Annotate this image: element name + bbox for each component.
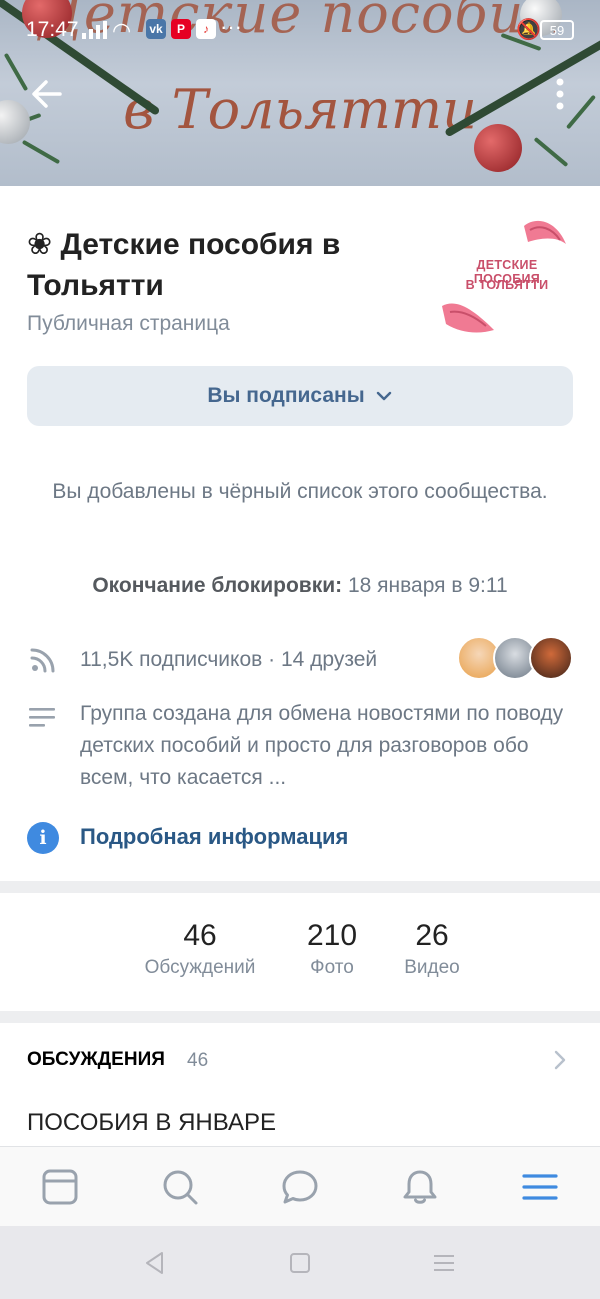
more-info-link[interactable]: i Подробная информация	[27, 822, 387, 858]
system-menu-icon[interactable]	[431, 1250, 457, 1276]
chevron-down-icon	[376, 391, 391, 401]
counter-label: Видео	[404, 957, 460, 978]
red-ornament	[474, 124, 522, 172]
text-lines-icon	[29, 708, 55, 727]
group-info-card: ❀ Детские пособия в Тольятти Публичная с…	[0, 186, 600, 881]
counter-number: 26	[415, 919, 449, 952]
followers-count: 11,5K подписчиков · 14 друзей	[80, 648, 378, 671]
group-name: ❀ Детские пособия в Тольятти	[27, 224, 417, 306]
notifications-tab-icon[interactable]	[400, 1167, 440, 1207]
discussion-topic[interactable]: ПОСОБИЯ В ЯНВАРЕ	[27, 1109, 276, 1137]
counter-number: 210	[306, 919, 358, 952]
fir-needle	[533, 136, 569, 168]
back-arrow-icon[interactable]	[26, 72, 70, 116]
music-app-icon: ♪	[196, 19, 216, 39]
friends-avatars[interactable]	[457, 636, 573, 682]
status-bar: 17:47 ◠ vk P ♪ ··· 🔕 59	[0, 0, 600, 62]
ribbon-decoration-icon	[442, 303, 494, 333]
discussions-card: ОБСУЖДЕНИЯ 46 ПОСОБИЯ В ЯНВАРЕ	[0, 1023, 600, 1148]
mute-icon: 🔕	[516, 19, 541, 41]
counter-label: Обсуждений	[144, 957, 256, 978]
system-home-icon[interactable]	[287, 1250, 313, 1276]
discussions-header[interactable]: ОБСУЖДЕНИЯ	[27, 1049, 165, 1071]
bottom-tab-bar	[0, 1146, 600, 1226]
rss-icon	[30, 648, 55, 673]
followers-row[interactable]: 11,5K подписчиков · 14 друзей	[27, 636, 573, 680]
system-back-icon[interactable]	[142, 1250, 168, 1276]
counter-photos[interactable]: 210 Фото	[287, 919, 377, 979]
battery-indicator: 59	[540, 20, 574, 40]
chevron-right-icon[interactable]	[552, 1049, 568, 1071]
news-tab-icon[interactable]	[40, 1167, 80, 1207]
signal-icon	[82, 21, 107, 39]
system-navigation-bar	[0, 1226, 600, 1299]
more-info-label: Подробная информация	[80, 824, 349, 849]
flower-icon: ❀	[27, 228, 53, 261]
subscribed-button-label: Вы подписаны	[207, 384, 365, 407]
more-notifications-icon: ···	[220, 14, 242, 39]
group-avatar[interactable]: ДЕТСКИЕ ПОСОБИЯ В ТОЛЬЯТТИ	[432, 210, 577, 340]
counter-number: 46	[183, 919, 217, 952]
vk-app-icon: vk	[146, 19, 166, 39]
discussions-count: 46	[187, 1050, 209, 1071]
menu-tab-icon[interactable]	[520, 1167, 560, 1207]
counter-discussions[interactable]: 46 Обсуждений	[130, 919, 270, 979]
ribbon-decoration-icon	[524, 220, 566, 244]
fir-needle	[21, 139, 61, 165]
pinterest-app-icon: P	[171, 19, 191, 39]
more-vertical-icon[interactable]	[548, 74, 572, 114]
group-type: Публичная страница	[27, 312, 230, 335]
counter-label: Фото	[310, 957, 354, 978]
messages-tab-icon[interactable]	[280, 1167, 320, 1207]
subscribed-button[interactable]: Вы подписаны	[27, 366, 573, 426]
blacklist-notice: Вы добавлены в чёрный список этого сообщ…	[52, 480, 548, 503]
counters-card: 46 Обсуждений 210 Фото 26 Видео	[0, 893, 600, 1011]
search-tab-icon[interactable]	[160, 1167, 200, 1207]
block-end-info: Окончание блокировки: 18 января в 9:11	[0, 574, 600, 598]
block-end-value: 18 января в 9:11	[347, 574, 508, 597]
counter-videos[interactable]: 26 Видео	[387, 919, 477, 979]
group-name-text: Детские пособия в Тольятти	[27, 228, 341, 302]
status-time: 17:47	[26, 18, 79, 41]
avatar-text-line2: В ТОЛЬЯТТИ	[465, 278, 549, 292]
description-row[interactable]: Группа создана для обмена новостями по п…	[27, 698, 573, 798]
info-icon: i	[27, 822, 59, 854]
wifi-icon: ◠	[112, 18, 132, 43]
friend-avatar	[529, 636, 573, 680]
block-end-label: Окончание блокировки:	[92, 574, 343, 597]
group-description: Группа создана для обмена новостями по п…	[80, 702, 564, 789]
